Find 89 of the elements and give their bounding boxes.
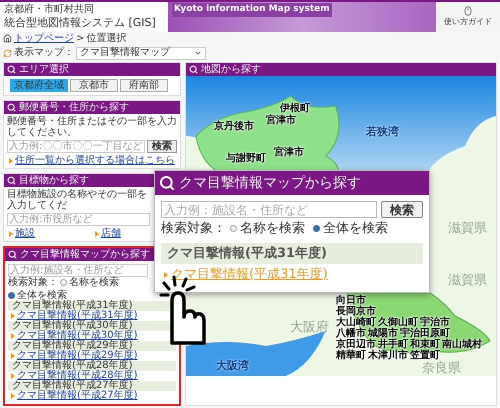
scope-label: 検索対象：	[161, 221, 226, 236]
banner-text: Kyoto information Map system	[172, 3, 332, 16]
radio-button[interactable]	[60, 279, 67, 286]
radio-button[interactable]	[8, 292, 15, 299]
panel-title: エリア選択	[19, 64, 69, 74]
search-icon	[7, 103, 16, 112]
system-title: 統合型地図情報システム [GIS]	[4, 15, 157, 30]
popup-search-button[interactable]: 検索	[381, 201, 423, 218]
refresh-icon	[3, 48, 12, 58]
guide-button[interactable]: 使い方ガイド	[436, 2, 500, 32]
bear-map-link[interactable]: クマ目撃情報(平成30年度)	[17, 331, 138, 341]
instruction-text: 目標物施設の名称やその一部を入力してくだ	[7, 189, 148, 211]
address-list-link[interactable]: 住所一覧から選択する場合はこちら	[15, 155, 175, 166]
bear-map-link[interactable]: クマ目撃情報(平成27年度)	[17, 391, 138, 401]
breadcrumb-separator: >	[76, 34, 84, 44]
group-heading: クマ目撃情報(平成27年度)	[8, 381, 176, 391]
map-label: 大阪府	[290, 321, 329, 334]
area-button[interactable]: 府南部	[120, 79, 168, 92]
bullet-icon	[11, 373, 15, 379]
panel-title: 目標物から探す	[19, 176, 89, 186]
map-label: 与謝野町	[226, 154, 266, 164]
bullet-icon	[9, 230, 13, 236]
map-label: 井手町	[378, 340, 408, 350]
panel-title: クマ目撃情報マップから探す	[179, 176, 361, 190]
group-heading: クマ目撃情報(平成28年度)	[8, 361, 176, 371]
organization-text: 京都府・市町村共同	[4, 4, 95, 15]
map-label: 大阪湾	[216, 360, 249, 371]
map-label: 南山城村	[442, 340, 482, 350]
map-label: 久御山町	[378, 318, 418, 328]
bear-search-input[interactable]: 入力例:施設名・住所など	[8, 264, 148, 277]
scope-label: 検索対象：	[8, 277, 58, 288]
map-label: 宇治市	[420, 318, 450, 328]
radio-button[interactable]	[230, 225, 237, 232]
bullet-icon	[11, 353, 15, 359]
map-select-label: 表示マップ：	[14, 48, 74, 58]
category-link[interactable]: 店舗	[101, 228, 121, 239]
search-icon	[7, 65, 16, 74]
map-label: 和束町	[410, 340, 440, 350]
caret-icon	[194, 49, 202, 57]
bullet-icon	[11, 393, 15, 399]
bullet-icon	[164, 272, 168, 278]
bullet-icon	[11, 313, 15, 319]
panel-title: クマ目撃情報マップから探す	[20, 250, 150, 260]
map-label: 宮津市	[274, 148, 304, 158]
map-label: 宮津市	[266, 116, 296, 126]
area-button[interactable]: 京都府全域	[10, 79, 68, 92]
search-icon	[7, 176, 16, 185]
bullet-icon	[95, 230, 99, 236]
bear-map-link[interactable]: クマ目撃情報(平成29年度)	[17, 351, 138, 361]
panel-title: 郵便番号・住所から探す	[19, 102, 129, 112]
panel-title: 地図から探す	[201, 64, 261, 74]
map-label: 城陽市	[368, 329, 398, 339]
search-icon	[8, 250, 17, 259]
area-button[interactable]: 京都市	[70, 79, 118, 92]
mouse-icon	[463, 6, 473, 16]
breadcrumb-link[interactable]: トップページ	[14, 34, 74, 44]
search-button[interactable]: 検索	[147, 140, 177, 153]
map-label: 宇治田原町	[400, 329, 450, 339]
bear-map-link[interactable]: クマ目撃情報(平成31年度)	[17, 311, 138, 321]
map-label: 京丹後市	[214, 122, 254, 132]
radio-button[interactable]	[313, 225, 320, 232]
popup-search-input[interactable]: 入力例：施設名・住所など	[161, 201, 377, 218]
radio-label: 全体を検索	[323, 221, 388, 236]
map-label: 滋賀県	[448, 222, 487, 235]
map-label: 滋賀県	[448, 274, 487, 287]
group-heading: クマ目撃情報(平成29年度)	[8, 341, 176, 351]
home-icon	[3, 34, 12, 43]
map-label: 伊根町	[280, 104, 310, 114]
map-label: 奈良県	[422, 362, 461, 375]
map-label: 木津川市	[368, 351, 408, 361]
radio-label: 全体を検索	[17, 290, 67, 301]
radio-label: 名称を検索	[240, 221, 305, 236]
map-select[interactable]: クマ目撃情報マップ	[76, 46, 206, 60]
search-icon	[159, 175, 175, 191]
map-label: 精華町	[336, 351, 366, 361]
bullet-icon	[9, 158, 13, 164]
map-label: 京田辺市	[336, 340, 376, 350]
instruction-text: 郵便番号・住所またはその一部を入力してください。	[7, 116, 177, 138]
breadcrumb-current: 位置選択	[86, 34, 126, 44]
map-label: 向日市	[336, 296, 366, 306]
bullet-icon	[11, 333, 15, 339]
group-heading: クマ目撃情報(平成31年度)	[161, 243, 423, 264]
map-label: 大山崎町	[336, 318, 376, 328]
search-icon	[189, 65, 198, 74]
category-link[interactable]: 施設	[15, 228, 35, 239]
map-label: 若狭湾	[366, 126, 399, 137]
map-label: 笠置町	[410, 351, 440, 361]
bear-map-link[interactable]: クマ目撃情報(平成28年度)	[17, 371, 138, 381]
radio-label: 名称を検索	[69, 277, 119, 288]
